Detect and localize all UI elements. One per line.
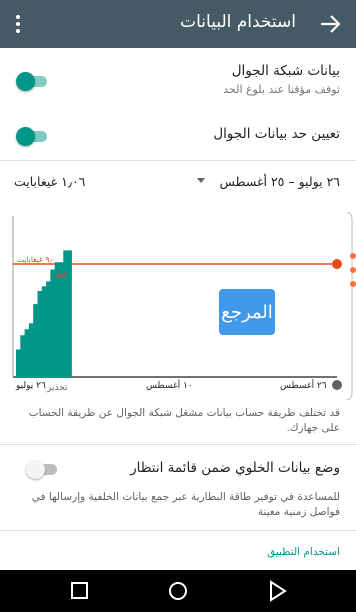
mobile-data-subtitle: ثوقف مؤقتا عند بلوغ الحد [223,83,340,96]
background-data-description: للمساعدة في توفير طاقة البطارية عبر جمع … [31,491,340,518]
divider [0,160,356,161]
background-data-switch[interactable] [26,459,60,479]
nav-home-icon[interactable] [169,582,187,600]
usage-chart: المرجع ٩٫٠ غيغابايت الحد تحذير ٢٦ يوليو … [0,212,356,400]
system-navbar [0,570,356,612]
limit-handle[interactable] [332,259,342,269]
data-limit-switch[interactable] [16,126,50,146]
arrow-right-icon[interactable] [318,13,342,35]
date-label-mid: ١٠ أغسطس [146,381,193,391]
data-limit-row[interactable]: تعيين حد بيانات الجوال [0,112,356,156]
divider [0,444,356,445]
mobile-data-title: بيانات شبكة الجوال [231,63,340,79]
warning-label: تحذير [47,383,68,393]
usage-chart-svg: المرجع [12,212,356,400]
billing-cycle-selector[interactable]: ٢٦ يوليو – ٢٥ أغسطس [220,174,340,189]
right-edge-panel [345,212,353,400]
date-label-start: ٢٦ يوليو [16,381,46,391]
app-toolbar: استخدام البيانات [0,0,356,48]
edge-dot [350,267,356,273]
background-data-title: وضع بيانات الخلوي ضمن قائمة انتظار [130,460,340,476]
page-title: استخدام البيانات [180,12,296,32]
chart-disclaimer: قد تختلف طريقة حساب بيانات مشغل شبكة الج… [28,407,340,434]
limit-word-label: الحد [54,270,68,279]
date-label-end: ٢٦ أغسطس [280,381,327,391]
cycle-total-usage: ١٫٠٦ غيغابايت [14,174,86,189]
dropdown-arrow-icon[interactable] [197,178,205,183]
edge-dot [350,281,356,287]
watermark-text: المرجع [221,302,273,323]
nav-back-icon[interactable] [270,580,287,602]
warning-handle[interactable] [332,380,342,390]
app-usage-link[interactable]: استخدام التطبيق [267,546,340,558]
limit-value-label: ٩٫٠ غيغابايت [17,255,56,264]
data-limit-title: تعيين حد بيانات الجوال [213,126,340,142]
more-vert-icon[interactable] [6,12,30,36]
mobile-data-row[interactable]: بيانات شبكة الجوال ثوقف مؤقتا عند بلوغ ا… [0,48,356,106]
watermark-logo: المرجع [219,289,275,335]
divider [0,530,356,531]
nav-recents-icon[interactable] [71,582,88,599]
edge-dot [350,253,356,259]
mobile-data-switch[interactable] [16,71,50,91]
